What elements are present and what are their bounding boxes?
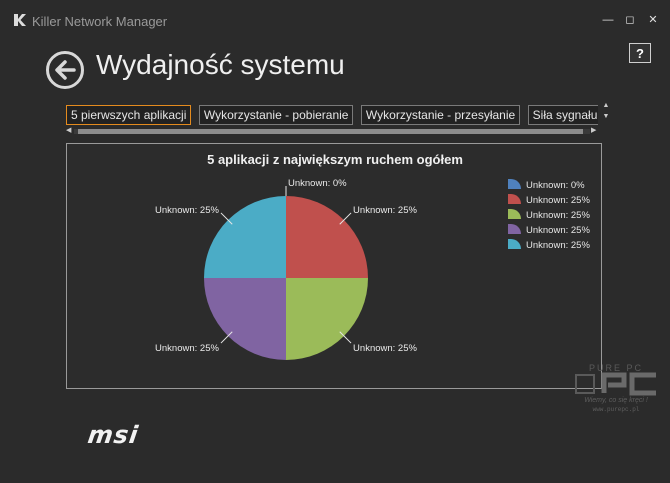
window-title: Killer Network Manager (32, 14, 168, 29)
pie-data-label: Unknown: 25% (155, 205, 219, 216)
maximize-button[interactable]: ◻ (622, 13, 638, 27)
legend-item: Unknown: 25% (508, 238, 590, 253)
tab-download-usage[interactable]: Wykorzystanie - pobieranie (198, 105, 354, 125)
watermark-url: www.purepc.pl (593, 406, 640, 413)
tab-vertical-scroller[interactable]: ▲ ▼ (601, 100, 611, 124)
legend-label: Unknown: 25% (526, 195, 590, 206)
help-button[interactable]: ? (629, 43, 651, 63)
scrollbar-thumb[interactable] (78, 129, 583, 134)
page-title: Wydajność systemu (96, 49, 345, 80)
legend-swatch (508, 194, 521, 204)
legend-item: Unknown: 25% (508, 193, 590, 208)
scroll-left-icon[interactable]: ◀ (66, 127, 71, 135)
tab-horizontal-scrollbar[interactable]: ◀ ▶ (66, 127, 598, 135)
legend-item: Unknown: 25% (508, 223, 590, 238)
pie-data-label: Unknown: 25% (155, 343, 219, 354)
watermark-pc-mark (575, 372, 656, 396)
legend-item: Unknown: 0% (508, 178, 590, 193)
chart-legend: Unknown: 0% Unknown: 25% Unknown: 25% Unkno… (508, 178, 590, 253)
watermark-slogan: Wiemy, co się kręci ! (584, 397, 648, 404)
legend-swatch (508, 224, 521, 234)
watermark-brand: PURE PC (589, 363, 643, 373)
scroll-down-icon[interactable]: ▼ (601, 111, 611, 122)
legend-swatch (508, 239, 521, 249)
close-button[interactable]: ✕ (645, 13, 661, 27)
chart-panel: Unknown: 0% Unknown: 25% Unknown: 25% Unkno… (66, 143, 602, 389)
legend-label: Unknown: 25% (526, 225, 590, 236)
legend-label: Unknown: 25% (526, 210, 590, 221)
legend-swatch (508, 179, 521, 189)
tab-top-5-apps[interactable]: 5 pierwszych aplikacji (66, 105, 192, 125)
scroll-right-icon[interactable]: ▶ (591, 127, 596, 135)
legend-item: Unknown: 25% (508, 208, 590, 223)
legend-label: Unknown: 25% (526, 240, 590, 251)
legend-swatch (508, 209, 521, 219)
pie-data-label: Unknown: 25% (353, 343, 417, 354)
msi-logo-text: msi (86, 421, 141, 449)
purepc-watermark: PURE PC Wiemy, co się kręci ! www.purepc… (575, 363, 656, 413)
scroll-up-icon[interactable]: ▲ (601, 100, 611, 111)
pie-data-label: Unknown: 25% (353, 205, 417, 216)
tab-signal-strength[interactable]: Siła sygnału bezprz (527, 105, 598, 125)
killer-logo-icon (14, 14, 26, 26)
tab-strip: 5 pierwszych aplikacji Wykorzystanie - p… (66, 105, 598, 125)
msi-logo: msi (86, 421, 140, 449)
pie-data-label: Unknown: 0% (288, 178, 347, 189)
tab-upload-usage[interactable]: Wykorzystanie - przesyłanie (360, 105, 521, 125)
back-arrow-icon[interactable] (45, 50, 85, 90)
chart-title: 5 aplikacji z największym ruchem ogółem (207, 152, 463, 167)
legend-label: Unknown: 0% (526, 180, 585, 191)
minimize-button[interactable]: — (600, 13, 616, 27)
title-bar: Killer Network Manager — ◻ ✕ (0, 0, 670, 40)
